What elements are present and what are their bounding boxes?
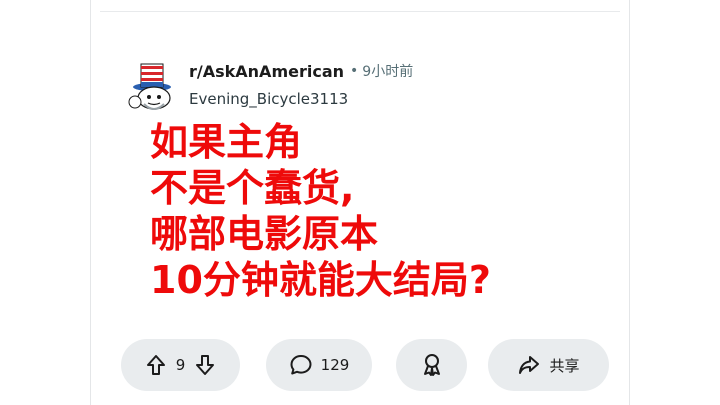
post-meta: r/AskAnAmerican • 9小时前 (189, 61, 413, 81)
post-title-line: 哪部电影原本 (150, 212, 379, 256)
divider (100, 11, 620, 12)
meta-separator: • (350, 63, 359, 79)
vote-count: 9 (175, 356, 186, 374)
post-title-line: 不是个蠢货, (150, 166, 355, 210)
arrow-up-icon[interactable] (146, 354, 166, 376)
post-title-line: 如果主角 (150, 120, 303, 164)
comments-button[interactable]: 129 (266, 339, 372, 391)
arrow-down-icon[interactable] (195, 354, 215, 376)
post-timestamp: 9小时前 (362, 64, 414, 80)
subreddit-link[interactable]: r/AskAnAmerican (189, 62, 344, 81)
share-label: 共享 (549, 356, 580, 375)
award-icon (421, 353, 443, 377)
comment-count: 129 (320, 356, 350, 374)
subreddit-avatar-icon[interactable] (124, 56, 180, 112)
share-button[interactable]: 共享 (488, 339, 609, 391)
post-title[interactable]: 如果主角 不是个蠢货, 哪部电影原本 10分钟就能大结局? (150, 119, 491, 303)
award-button[interactable] (396, 339, 467, 391)
author-link[interactable]: Evening_Bicycle3113 (189, 90, 348, 108)
share-arrow-icon (517, 354, 549, 376)
speech-bubble-icon (289, 354, 321, 376)
post-title-line: 10分钟就能大结局? (150, 258, 491, 302)
vote-bar: 9 (121, 339, 240, 391)
